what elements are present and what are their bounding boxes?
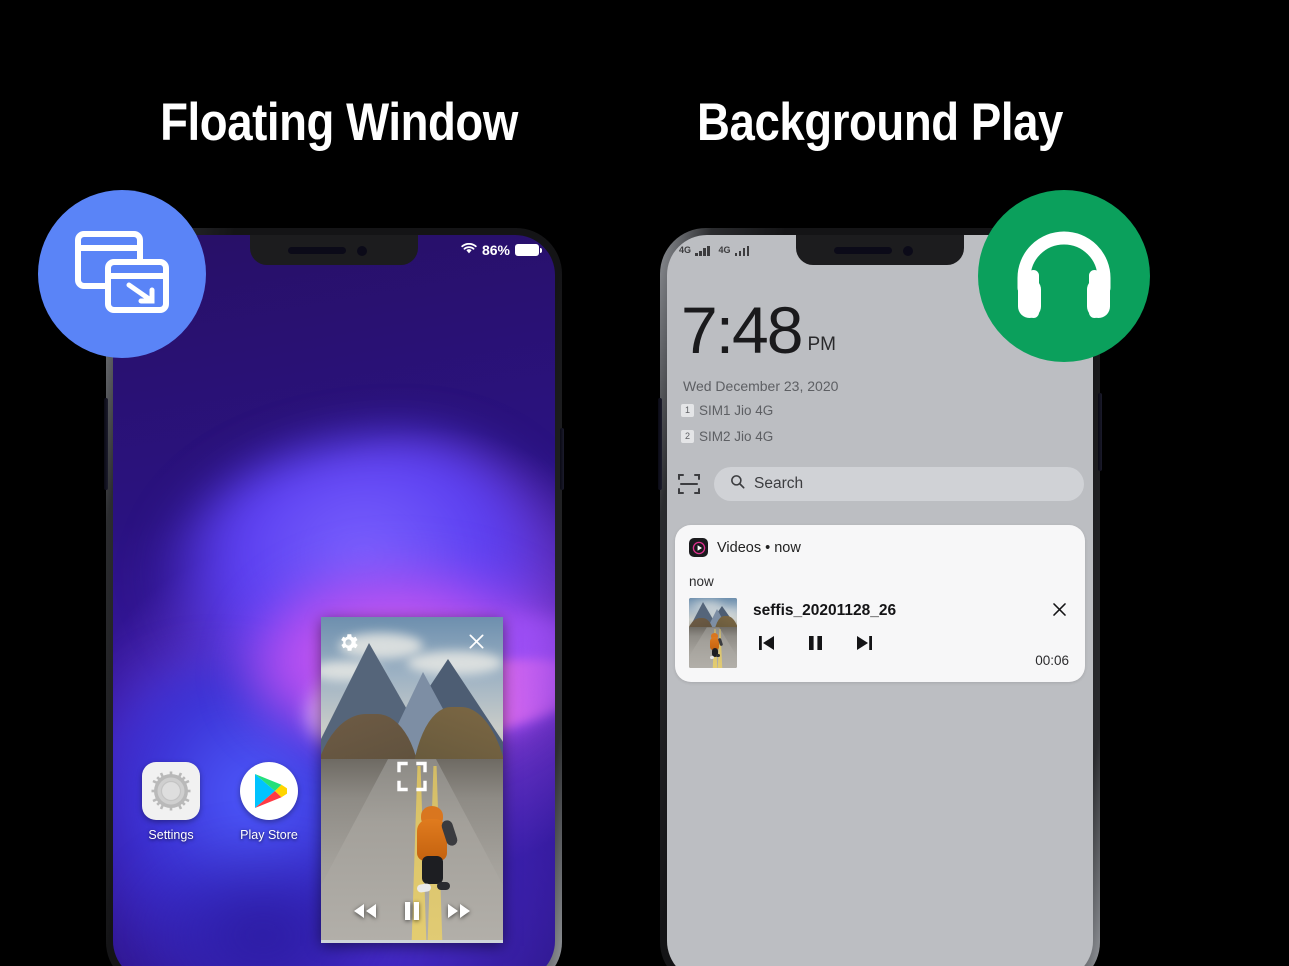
- sim2-badge: 2: [681, 430, 694, 443]
- wifi-icon: [461, 242, 477, 258]
- app-icon-play-store[interactable]: Play Store: [237, 762, 301, 842]
- floating-window-badge: [38, 190, 206, 358]
- videos-app-icon: [689, 538, 708, 557]
- app-icon-settings[interactable]: Settings: [139, 762, 203, 842]
- notification-app-name: Videos • now: [717, 539, 801, 556]
- video-thumbnail: [689, 598, 737, 668]
- search-placeholder: Search: [754, 475, 804, 492]
- battery-percent: 86%: [481, 242, 510, 258]
- clock-ampm: PM: [807, 334, 836, 355]
- earpiece-speaker: [834, 247, 892, 254]
- volume-button[interactable]: [658, 398, 662, 490]
- lockscreen-date: Wed December 23, 2020: [683, 378, 839, 394]
- background-play-badge: [978, 190, 1150, 362]
- floating-video-window[interactable]: [321, 617, 503, 943]
- close-icon[interactable]: [1050, 600, 1069, 624]
- volume-button[interactable]: [104, 398, 108, 490]
- skip-next-icon[interactable]: [854, 634, 874, 657]
- clock-time: 7:48: [681, 293, 803, 367]
- notch: [796, 235, 964, 265]
- front-camera: [903, 246, 913, 256]
- floating-window-icon: [72, 228, 172, 321]
- pause-icon[interactable]: [807, 634, 824, 657]
- search-input[interactable]: Search: [714, 467, 1084, 501]
- power-button[interactable]: [1098, 393, 1102, 471]
- close-icon[interactable]: [466, 631, 487, 657]
- rewind-icon[interactable]: [352, 902, 378, 925]
- sim1-label: SIM1 Jio 4G: [699, 403, 774, 418]
- media-notification[interactable]: Videos • now now seffis_20201128_26 00:0…: [675, 525, 1085, 682]
- fast-forward-icon[interactable]: [446, 902, 472, 925]
- right-status-bar: 4G 4G: [667, 235, 750, 265]
- notification-media-controls: [753, 634, 1071, 657]
- battery-icon: [515, 244, 542, 256]
- notification-elapsed-time: 00:06: [1035, 653, 1069, 668]
- sim1-badge: 1: [681, 404, 694, 417]
- play-store-icon: [240, 762, 298, 820]
- app-label: Settings: [148, 828, 194, 842]
- headphones-icon: [1012, 226, 1116, 327]
- heading-background-play: Background Play: [697, 93, 1063, 152]
- app-label: Play Store: [240, 828, 298, 842]
- heading-floating-window: Floating Window: [160, 93, 518, 152]
- power-button[interactable]: [560, 428, 564, 490]
- search-row: Search: [676, 467, 1084, 501]
- sim1-status: 1 SIM1 Jio 4G: [681, 403, 773, 418]
- left-phone-screen: 7 86%: [113, 235, 555, 966]
- sim1-signal-icon: 4G: [679, 245, 710, 256]
- notification-header: Videos • now: [689, 538, 1071, 557]
- lockscreen-clock: 7:48 PM: [681, 297, 836, 363]
- pause-icon[interactable]: [403, 901, 421, 926]
- notification-title: seffis_20201128_26: [753, 602, 897, 619]
- promo-graphic: Floating Window Background Play 7: [0, 0, 1289, 966]
- fullscreen-icon[interactable]: [396, 760, 428, 797]
- scan-code-icon[interactable]: [676, 471, 702, 497]
- gear-icon[interactable]: [337, 631, 360, 659]
- sim2-signal-icon: 4G: [719, 245, 750, 256]
- sim2-label: SIM2 Jio 4G: [699, 429, 774, 444]
- search-icon: [730, 474, 745, 494]
- floating-window-controls: [321, 901, 503, 926]
- sim2-status: 2 SIM2 Jio 4G: [681, 429, 773, 444]
- skip-previous-icon[interactable]: [757, 634, 777, 657]
- home-screen-dock: Settings Play Store: [139, 762, 301, 842]
- gear-icon: [142, 762, 200, 820]
- notification-when: now: [689, 574, 714, 589]
